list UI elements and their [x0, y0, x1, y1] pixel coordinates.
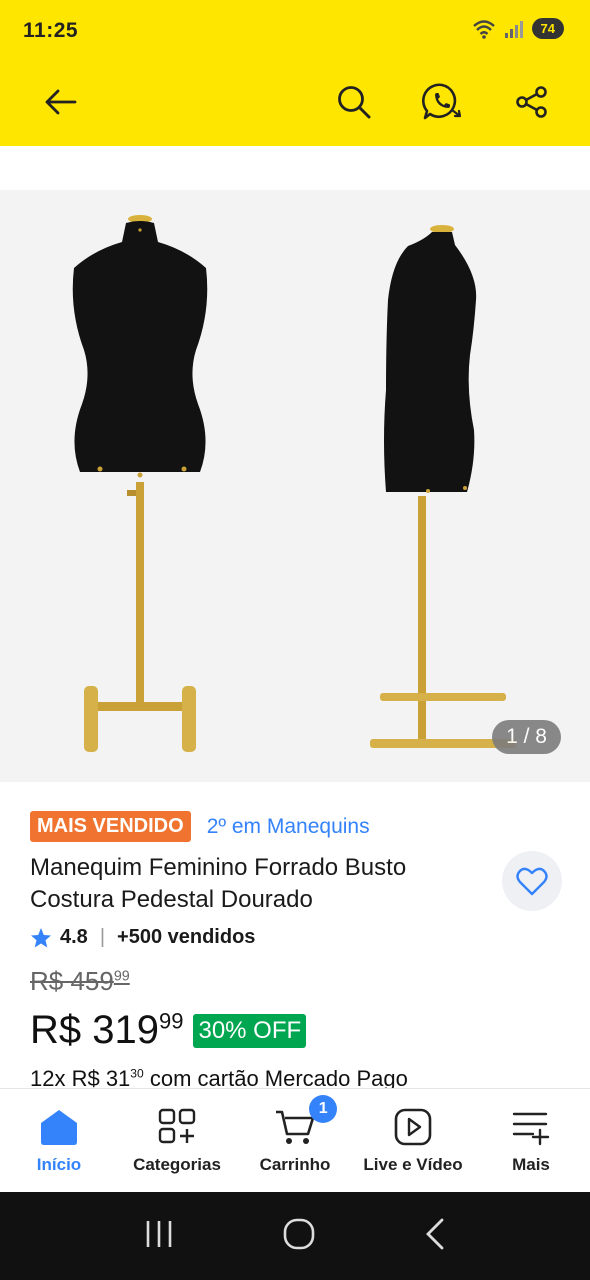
product-title: Manequim Feminino Forrado Busto Costura …	[30, 854, 407, 913]
image-counter: 1 / 8	[492, 720, 561, 754]
search-icon	[338, 86, 371, 119]
nav-home-label: Início	[36, 1155, 82, 1174]
rating-separator: |	[99, 926, 106, 948]
best-seller-badge: MAIS VENDIDO	[30, 811, 191, 842]
original-price-main: R$ 459	[30, 966, 114, 996]
rating-row[interactable]: 4.8 | +500 vendidos	[30, 926, 255, 949]
share-button[interactable]	[508, 78, 556, 126]
cart-count-badge: 1	[309, 1095, 338, 1123]
battery-level: 74	[531, 18, 564, 39]
bottom-navigation: Início Categorias 1 Carrinho Live e Víde…	[0, 1088, 590, 1192]
signal-icon	[504, 20, 523, 38]
category-rank-link[interactable]: 2º em Manequins	[207, 815, 370, 839]
arrow-left-icon	[45, 89, 77, 115]
nav-cart-label: Carrinho	[259, 1155, 331, 1174]
product-image	[72, 215, 516, 752]
installment-cents: 30	[130, 1066, 144, 1081]
discount-badge: 30% OFF	[193, 1013, 307, 1048]
back-button[interactable]	[36, 78, 84, 126]
recent-apps-button[interactable]	[143, 1219, 175, 1254]
system-back-button[interactable]	[423, 1217, 447, 1256]
nav-more[interactable]: Mais	[472, 1089, 590, 1192]
star-icon	[31, 927, 51, 947]
nav-live-video[interactable]: Live e Vídeo	[354, 1089, 472, 1192]
favorite-button[interactable]	[502, 851, 562, 911]
chevron-left-icon	[425, 1218, 444, 1249]
mannequin-front	[72, 215, 208, 752]
nav-categories-label: Categorias	[133, 1155, 221, 1174]
nav-cart[interactable]: 1 Carrinho	[236, 1089, 354, 1192]
play-icon	[393, 1105, 433, 1149]
original-price: R$ 45999	[30, 966, 130, 997]
status-icons: 74	[472, 18, 564, 39]
share-icon	[516, 86, 547, 118]
whatsapp-button[interactable]	[418, 78, 466, 126]
nav-live-video-label: Live e Vídeo	[363, 1155, 463, 1174]
current-price: R$ 31999	[30, 1008, 183, 1053]
original-price-cents: 99	[113, 968, 130, 985]
product-badges: MAIS VENDIDO 2º em Manequins	[30, 811, 370, 842]
status-time: 11:25	[23, 19, 79, 42]
heart-icon	[516, 867, 548, 896]
nav-more-label: Mais	[512, 1155, 550, 1174]
search-button[interactable]	[330, 78, 378, 126]
home-system-button[interactable]	[282, 1217, 316, 1256]
system-navigation-bar	[0, 1192, 590, 1280]
price-row: R$ 31999 30% OFF	[30, 1008, 307, 1053]
current-price-main: R$ 319	[30, 1008, 159, 1052]
whatsapp-icon	[422, 83, 462, 120]
home-circle-icon	[283, 1218, 315, 1249]
menu-plus-icon	[511, 1105, 551, 1149]
status-bar: 11:25 74	[0, 0, 590, 62]
home-icon	[39, 1105, 79, 1149]
categories-icon	[157, 1105, 197, 1149]
app-header: 11:25 74	[0, 0, 590, 146]
mannequin-side	[370, 225, 516, 748]
product-page: 11:25 74 1 / 8 MAIS VENDIDO 2º em Manequ…	[0, 0, 590, 1280]
nav-categories[interactable]: Categorias	[118, 1089, 236, 1192]
recent-apps-icon	[147, 1220, 172, 1247]
product-image-gallery[interactable]: 1 / 8	[0, 190, 590, 782]
sold-count: +500 vendidos	[117, 926, 256, 948]
nav-home[interactable]: Início	[0, 1089, 118, 1192]
rating-score: 4.8	[60, 926, 88, 948]
wifi-icon	[472, 19, 495, 39]
current-price-cents: 99	[158, 1008, 184, 1034]
